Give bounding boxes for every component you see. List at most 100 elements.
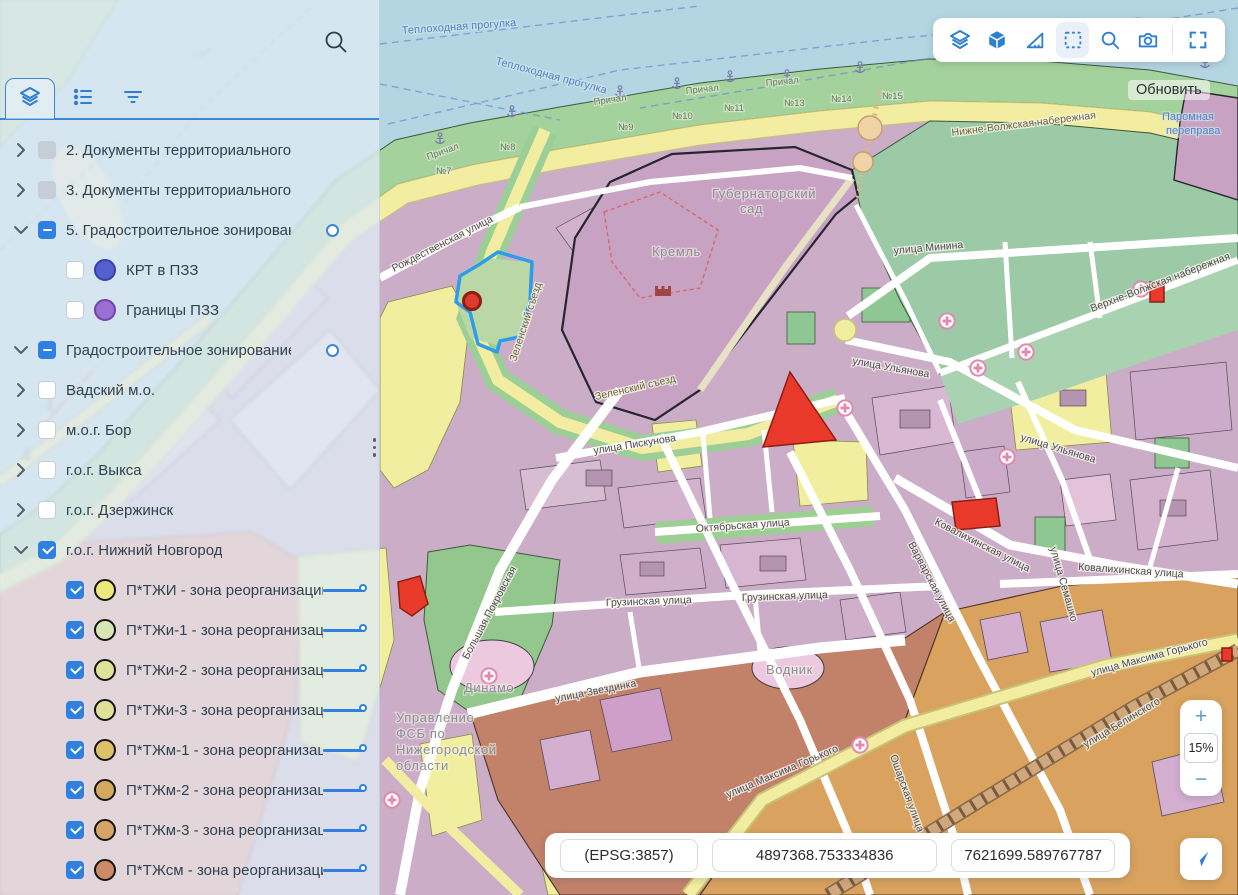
layer-checkbox[interactable] [38, 181, 56, 199]
layer-checkbox[interactable] [66, 861, 84, 879]
layer-label: Градостроительное зонирование [66, 342, 291, 359]
layer-row[interactable]: П*ТЖм-2 - зона реорганизац... [0, 770, 379, 810]
layer-row[interactable]: КРТ в ПЗЗ [0, 250, 379, 290]
layer-row[interactable]: 3. Документы территориального плани... [0, 170, 379, 210]
select-area-button[interactable] [1056, 22, 1090, 58]
layer-toggle[interactable] [326, 344, 339, 357]
svg-text:№11: №11 [724, 103, 744, 114]
layer-checkbox[interactable] [66, 581, 84, 599]
sidebar-resize-handle[interactable] [373, 438, 377, 457]
locate-button[interactable] [1180, 838, 1222, 880]
opacity-slider[interactable] [323, 703, 365, 717]
svg-text:№15: №15 [882, 91, 903, 102]
chevron-icon[interactable] [12, 501, 30, 519]
svg-text:сад: сад [740, 201, 763, 216]
layer-row[interactable]: П*ТЖи-1 - зона реорганизации ... [0, 610, 379, 650]
layer-checkbox[interactable] [66, 661, 84, 679]
layer-checkbox[interactable] [66, 621, 84, 639]
svg-text:области: области [396, 758, 449, 773]
fullscreen-button[interactable] [1181, 22, 1215, 58]
layer-row[interactable]: П*ТЖИ - зона реорганизации з... [0, 570, 379, 610]
layer-row[interactable]: П*ТЖи-2 - зона реорганизации... [0, 650, 379, 690]
map-marker[interactable] [464, 293, 481, 310]
layer-row[interactable]: П*ТЖм-3 - зона реорганизаци... [0, 810, 379, 850]
layer-checkbox[interactable] [38, 221, 56, 239]
opacity-slider[interactable] [323, 823, 365, 837]
opacity-slider[interactable] [323, 623, 365, 637]
layer-checkbox[interactable] [38, 381, 56, 399]
tab-legend[interactable] [58, 78, 108, 120]
layer-checkbox[interactable] [38, 501, 56, 519]
measure-button[interactable] [1018, 22, 1052, 58]
cube-3d-button[interactable] [981, 22, 1015, 58]
layer-checkbox[interactable] [38, 461, 56, 479]
zoom-in-button[interactable]: + [1195, 706, 1207, 727]
layer-label: П*ТЖм-3 - зона реорганизаци... [126, 822, 323, 839]
tab-layers[interactable] [5, 78, 55, 120]
zone-color-icon [94, 659, 116, 681]
layer-checkbox[interactable] [38, 541, 56, 559]
zoom-out-button[interactable]: − [1195, 769, 1207, 790]
row-control [326, 224, 365, 237]
opacity-slider[interactable] [323, 783, 365, 797]
svg-text:№13: №13 [784, 98, 805, 109]
layer-checkbox[interactable] [66, 301, 84, 319]
layer-row[interactable]: П*ТЖсм - зона реорганизации ... [0, 850, 379, 890]
row-control [323, 583, 365, 597]
layer-row[interactable]: П*ТЖи-3 - зона реорганизации... [0, 690, 379, 730]
layer-checkbox[interactable] [66, 261, 84, 279]
opacity-slider[interactable] [323, 583, 365, 597]
layer-row[interactable]: Границы ПЗЗ [0, 290, 379, 330]
search-tool-button[interactable] [1093, 22, 1127, 58]
layer-row[interactable]: Вадский м.о. [0, 370, 379, 410]
layer-checkbox[interactable] [66, 741, 84, 759]
zone-color-icon [94, 699, 116, 721]
row-control [323, 863, 365, 877]
zone-color-icon [94, 579, 116, 601]
layer-row[interactable]: г.о.г. Дзержинск [0, 490, 379, 530]
layer-toggle[interactable] [326, 224, 339, 237]
layer-row[interactable]: г.о.г. Нижний Новгород [0, 530, 379, 570]
layer-label: П*ТЖи-1 - зона реорганизации ... [126, 622, 323, 639]
refresh-button[interactable]: Обновить [1128, 80, 1210, 100]
row-control [323, 783, 365, 797]
chevron-icon[interactable] [12, 541, 30, 559]
coordinate-y-field[interactable]: 7621699.589767787 [951, 839, 1115, 872]
sidebar-search-icon[interactable] [322, 28, 350, 56]
coordinate-x-field[interactable]: 4897368.753334836 [712, 839, 937, 872]
layer-checkbox[interactable] [38, 341, 56, 359]
layers-icon [948, 28, 972, 52]
chevron-icon[interactable] [12, 181, 30, 199]
layer-checkbox[interactable] [66, 781, 84, 799]
tab-filter[interactable] [108, 78, 158, 120]
chevron-icon[interactable] [12, 421, 30, 439]
opacity-slider[interactable] [323, 743, 365, 757]
location-arrow-icon [1190, 848, 1212, 870]
layer-checkbox[interactable] [66, 701, 84, 719]
search-icon [1099, 29, 1121, 51]
opacity-slider[interactable] [323, 663, 365, 677]
layers-tool-button[interactable] [943, 22, 977, 58]
layer-row[interactable]: 2. Документы территориального плани... [0, 130, 379, 170]
chevron-icon[interactable] [12, 341, 30, 359]
chevron-icon[interactable] [12, 141, 30, 159]
svg-text:Нижегородской: Нижегородской [396, 742, 497, 757]
chevron-icon[interactable] [12, 381, 30, 399]
chevron-icon[interactable] [12, 221, 30, 239]
opacity-slider[interactable] [323, 863, 365, 877]
chevron-icon[interactable] [12, 461, 30, 479]
layer-label: г.о.г. Дзержинск [66, 502, 173, 519]
layer-checkbox[interactable] [38, 141, 56, 159]
layer-checkbox[interactable] [66, 821, 84, 839]
layer-label: Вадский м.о. [66, 382, 155, 399]
layer-row[interactable]: 5. Градостроительное зонирование [0, 210, 379, 250]
svg-text:№7: №7 [436, 166, 451, 177]
screenshot-button[interactable] [1131, 22, 1165, 58]
layer-checkbox[interactable] [38, 421, 56, 439]
crs-field[interactable]: (EPSG:3857) [560, 839, 698, 872]
map-toolbar [933, 18, 1225, 62]
layer-row[interactable]: м.о.г. Бор [0, 410, 379, 450]
layer-row[interactable]: г.о.г. Выкса [0, 450, 379, 490]
layer-row[interactable]: П*ТЖм-1 - зона реорганизации... [0, 730, 379, 770]
layer-row[interactable]: Градостроительное зонирование [0, 330, 379, 370]
